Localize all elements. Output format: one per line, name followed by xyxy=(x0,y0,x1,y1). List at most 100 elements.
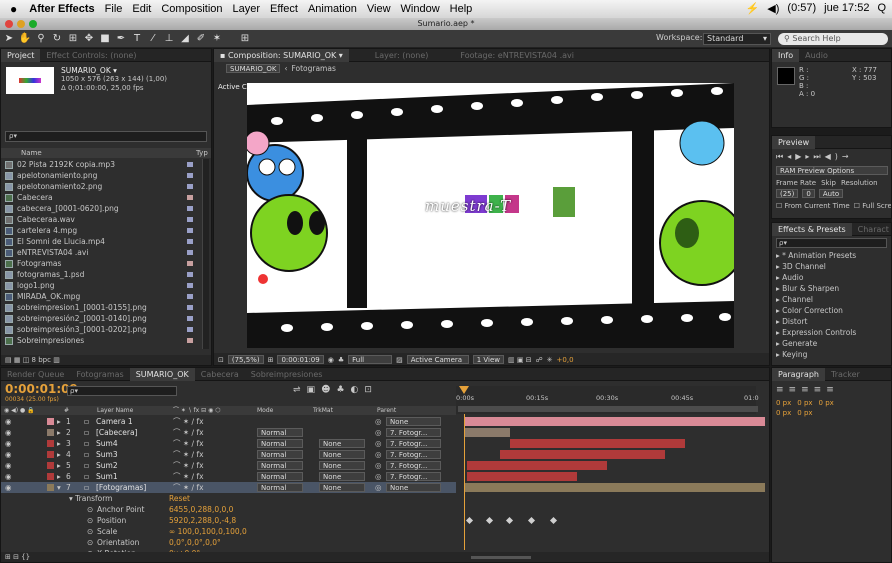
audio-icon[interactable]: ◀) xyxy=(825,152,842,161)
toggle-pixel-icon[interactable]: ▥ ▣ ⊟ xyxy=(508,356,532,364)
tab-composition[interactable]: ▪ Composition: SUMARIO_OK ▾ xyxy=(214,49,349,62)
transform-header[interactable]: ▾ Transform Reset xyxy=(1,493,456,504)
expand-triangle-icon[interactable]: ▸ xyxy=(57,471,61,482)
wifi-icon[interactable]: ⚡ xyxy=(746,2,760,15)
draft-3d-icon[interactable]: ⇌ xyxy=(293,385,307,395)
project-file-item[interactable]: cartelera 4.mpg xyxy=(1,225,201,236)
keyframe-marker[interactable] xyxy=(465,516,474,525)
keyframe-marker[interactable] xyxy=(505,516,514,525)
column-name[interactable]: Name xyxy=(21,149,42,157)
label-color-swatch[interactable] xyxy=(187,294,193,299)
clock[interactable]: jue 17:52 xyxy=(824,2,869,15)
axis-icon[interactable]: ⊞ xyxy=(238,33,252,44)
from-current-checkbox[interactable]: ☐ From Current Time xyxy=(776,202,850,210)
label-color-swatch[interactable] xyxy=(187,217,193,222)
menu-effect[interactable]: Effect xyxy=(270,3,298,15)
layer-switches[interactable]: ⌒ ✶ ∕ fx xyxy=(173,416,204,427)
parent-pickwhip-icon[interactable]: ◎ xyxy=(375,449,382,460)
layer-name[interactable]: Sum3 xyxy=(96,449,118,460)
layer-name[interactable]: [Cabecera] xyxy=(96,427,137,438)
battery-status[interactable]: (0:57) xyxy=(787,2,816,15)
blend-mode-select[interactable]: Normal xyxy=(257,472,303,481)
project-search-input[interactable]: ρ▾ xyxy=(5,131,207,142)
stopwatch-icon[interactable]: ⊙ xyxy=(87,515,93,526)
frame-blend-icon[interactable]: ♣ xyxy=(336,385,350,395)
trkmat-select[interactable]: None xyxy=(319,439,365,448)
current-time-indicator[interactable] xyxy=(459,386,469,394)
tab-fotogramas[interactable]: Fotogramas xyxy=(70,368,129,381)
zoom-tool-icon[interactable]: ⚲ xyxy=(34,33,48,44)
toggle-switches-icon[interactable]: ⊞ ⊟ {} xyxy=(5,553,30,561)
menu-window[interactable]: Window xyxy=(401,3,440,15)
visibility-eye-icon[interactable]: ◉ xyxy=(5,438,12,449)
roto-tool-icon[interactable]: ✐ xyxy=(194,33,208,44)
parent-pickwhip-icon[interactable]: ◎ xyxy=(375,471,382,482)
stopwatch-icon[interactable]: ⊙ xyxy=(87,504,93,515)
layer-duration-bar[interactable] xyxy=(465,428,510,437)
resolution-select[interactable]: Full xyxy=(348,355,393,364)
ram-preview-options[interactable]: RAM Preview Options xyxy=(776,166,888,175)
last-frame-icon[interactable]: ⏭ xyxy=(813,152,824,161)
layer-duration-bar[interactable] xyxy=(467,472,577,481)
blend-mode-select[interactable]: Normal xyxy=(257,461,303,470)
tab-sobreimpresiones[interactable]: Sobreimpresiones xyxy=(245,368,329,381)
justify-all-icon[interactable]: ≡ xyxy=(826,385,839,395)
frame-rate-select[interactable]: (25) xyxy=(776,189,799,198)
selection-tool-icon[interactable]: ➤ xyxy=(2,33,16,44)
layer-switches[interactable]: ⌒ ✶ ∕ fx xyxy=(173,449,204,460)
tab-preview[interactable]: Preview xyxy=(772,136,816,149)
tab-audio[interactable]: Audio xyxy=(799,49,834,62)
resolution-select-preview[interactable]: Auto xyxy=(818,189,844,198)
subtab-fotogramas[interactable]: Fotogramas xyxy=(291,64,335,73)
comp-flowchart-icon[interactable]: ▣ xyxy=(307,385,322,395)
view-layout-select[interactable]: 1 View xyxy=(472,355,505,364)
space-before-value[interactable]: 0 px xyxy=(776,409,791,417)
project-file-item[interactable]: sobreimpresion1_[0001-0155].png xyxy=(1,302,201,313)
label-color-swatch[interactable] xyxy=(47,484,54,491)
blend-mode-select[interactable]: Normal xyxy=(257,439,303,448)
label-color-swatch[interactable] xyxy=(187,162,193,167)
label-color-swatch[interactable] xyxy=(187,239,193,244)
tab-footage[interactable]: Footage: eNTREVISTA04 .avi xyxy=(454,49,580,62)
timeline-layer-row[interactable]: ◉ ▾ 7 ▫ [Fotogramas] ⌒ ✶ ∕ fx Normal None ◎ None xyxy=(1,482,456,493)
blend-mode-select[interactable]: Normal xyxy=(257,483,303,492)
timecode-field[interactable]: 0:00:01:09 xyxy=(277,355,324,364)
align-left-icon[interactable]: ≡ xyxy=(776,385,789,395)
label-color-swatch[interactable] xyxy=(187,228,193,233)
grid-icon[interactable]: ⊞ xyxy=(268,356,274,364)
clone-tool-icon[interactable]: ⊥ xyxy=(162,33,176,44)
align-center-icon[interactable]: ≡ xyxy=(789,385,802,395)
parent-select[interactable]: 7. Fotogr... xyxy=(386,450,441,459)
expand-triangle-icon[interactable]: ▸ xyxy=(57,427,61,438)
parent-select[interactable]: 7. Fotogr... xyxy=(386,439,441,448)
parent-select[interactable]: None xyxy=(386,483,441,492)
label-color-swatch[interactable] xyxy=(187,206,193,211)
transparency-grid-icon[interactable]: ▨ xyxy=(396,356,403,364)
shy-icon[interactable]: ☻ xyxy=(321,385,336,395)
parent-pickwhip-icon[interactable]: ◎ xyxy=(375,438,382,449)
tab-sumario-ok[interactable]: SUMARIO_OK xyxy=(129,368,195,381)
mask-tool-icon[interactable]: ■ xyxy=(98,33,112,44)
time-ruler[interactable]: 0:00s 00:15s 00:30s 00:45s 01:0 xyxy=(456,386,759,414)
expand-triangle-icon[interactable]: ▸ xyxy=(57,416,61,427)
effects-category[interactable]: ▸ Channel xyxy=(776,294,891,305)
region-of-interest-icon[interactable]: ⊡ xyxy=(218,356,224,364)
project-file-item[interactable]: sobreimpresión2_[0001-0140].png xyxy=(1,313,201,324)
tab-cabecera[interactable]: Cabecera xyxy=(195,368,245,381)
visibility-eye-icon[interactable]: ◉ xyxy=(5,471,12,482)
expand-triangle-icon[interactable]: ▸ xyxy=(57,438,61,449)
label-color-swatch[interactable] xyxy=(47,451,54,458)
project-file-item[interactable]: 02 Pista 2192K copia.mp3 xyxy=(1,159,201,170)
menu-file[interactable]: File xyxy=(105,3,123,15)
camera-tool-icon[interactable]: ⊞ xyxy=(66,33,80,44)
layer-switches[interactable]: ⌒ ✶ ∕ fx xyxy=(173,427,204,438)
play-icon[interactable]: ▶ xyxy=(795,152,805,161)
layer-switches[interactable]: ⌒ ✶ ∕ fx xyxy=(173,460,204,471)
loop-icon[interactable]: → xyxy=(842,152,853,161)
menu-edit[interactable]: Edit xyxy=(132,3,151,15)
timeline-layer-row[interactable]: ◉ ▸ 6 ▫ Sum1 ⌒ ✶ ∕ fx Normal None ◎ 7. Fotogr... xyxy=(1,471,456,482)
layer-name[interactable]: Sum4 xyxy=(96,438,118,449)
justify-icon[interactable]: ≡ xyxy=(814,385,827,395)
visibility-eye-icon[interactable]: ◉ xyxy=(5,449,12,460)
property-value[interactable]: 5920,2,288,0,-4,8 xyxy=(169,515,236,526)
